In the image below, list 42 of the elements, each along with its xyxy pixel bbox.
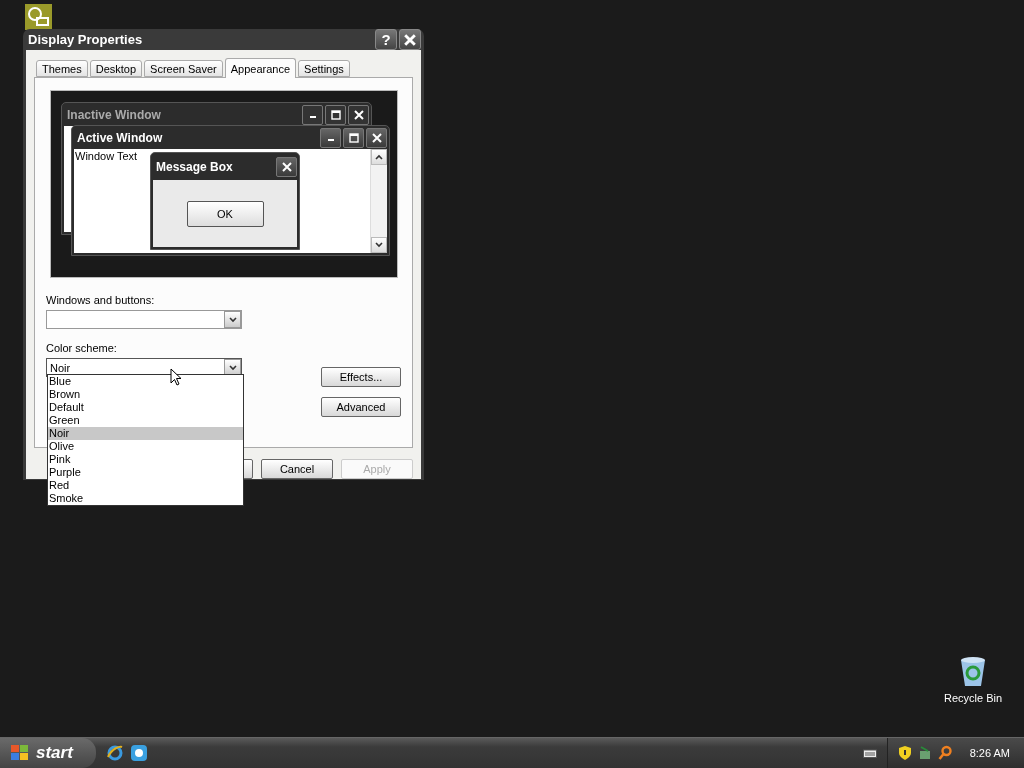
window-title: Inactive Window (67, 107, 162, 122)
clock: 8:26 AM (969, 747, 1010, 759)
field-label: Windows and buttons: (46, 294, 156, 306)
window-title: Active Window (77, 130, 164, 145)
dialog-button[interactable]: Advanced (321, 397, 401, 417)
window-text: Window Text (74, 149, 139, 164)
maximize-icon (330, 109, 341, 120)
windows-buttons-dropdown[interactable] (46, 310, 242, 329)
window-title: Message Box (156, 159, 234, 174)
dropdown-option[interactable]: Noir (48, 427, 243, 440)
close-icon (281, 161, 292, 172)
keyboard-icon[interactable] (862, 748, 877, 758)
tab[interactable]: Settings (298, 60, 350, 77)
dropdown-button[interactable] (224, 311, 241, 328)
close-icon (404, 33, 416, 46)
help-button[interactable]: ? (375, 29, 397, 50)
windows-logo-icon (10, 744, 30, 762)
chevron-down-icon (375, 242, 383, 248)
browser-icon[interactable] (106, 744, 124, 762)
network-icon[interactable] (917, 745, 932, 761)
start-button[interactable]: start (0, 738, 96, 768)
close-icon (353, 109, 364, 120)
close-icon (371, 132, 382, 143)
app-icon[interactable] (130, 744, 148, 762)
chevron-down-icon (228, 316, 237, 323)
maximize-icon (348, 132, 359, 143)
field-label: Color scheme: (46, 342, 118, 354)
dialog-button[interactable]: Effects... (321, 367, 401, 387)
control-panel-icon[interactable] (25, 4, 52, 30)
tab[interactable]: Appearance (224, 58, 297, 78)
search-icon[interactable] (937, 745, 952, 761)
dialog-button[interactable]: Cancel (261, 459, 333, 479)
ok-button[interactable]: OK (186, 200, 264, 227)
chevron-down-icon (228, 364, 237, 371)
desktop-icon-label: Recycle Bin (944, 692, 1003, 704)
tab[interactable]: Themes (36, 60, 88, 77)
shield-icon[interactable] (897, 745, 912, 761)
close-button[interactable] (399, 29, 421, 50)
tab[interactable]: Screen Saver (144, 60, 223, 77)
chevron-up-icon (375, 154, 383, 160)
tab[interactable]: Desktop (89, 60, 143, 77)
window-title: Display Properties (28, 32, 144, 47)
